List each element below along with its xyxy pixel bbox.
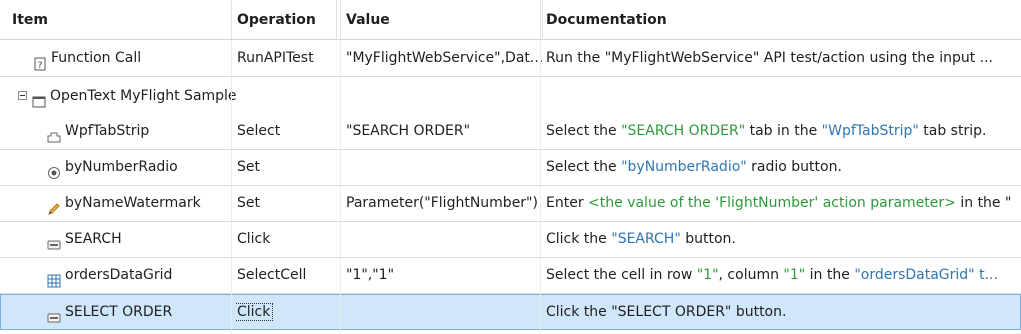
item-label: WpfTabStrip bbox=[65, 123, 150, 139]
button-icon bbox=[47, 231, 61, 250]
documentation-cell: Select the cell in row "1", column "1" i… bbox=[546, 267, 998, 283]
value-cell[interactable]: "SEARCH ORDER" bbox=[346, 114, 544, 149]
table-row[interactable]: WpfTabStrip Select "SEARCH ORDER" Select… bbox=[0, 114, 1021, 150]
operation-cell[interactable]: Set bbox=[237, 186, 341, 221]
item-label: OpenText MyFlight Sample bbox=[50, 88, 237, 104]
table-row[interactable]: byNumberRadio Set Select the "byNumberRa… bbox=[0, 150, 1021, 186]
value-cell[interactable] bbox=[347, 295, 545, 330]
table-row[interactable]: ? Function Call RunAPITest "MyFlightWebS… bbox=[0, 41, 1021, 77]
table-row-selected[interactable]: SELECT ORDER Click Click the "SELECT ORD… bbox=[0, 294, 1021, 330]
data-grid-icon bbox=[47, 267, 61, 288]
table-row[interactable]: SEARCH Click Click the "SEARCH" button. bbox=[0, 222, 1021, 258]
column-header-value[interactable]: Value bbox=[340, 0, 543, 40]
item-label: SEARCH bbox=[65, 231, 122, 247]
table-row[interactable]: ordersDataGrid SelectCell "1","1" Select… bbox=[0, 258, 1021, 294]
documentation-cell: Select the "SEARCH ORDER" tab in the "Wp… bbox=[546, 123, 987, 139]
item-label: byNameWatermark bbox=[65, 195, 201, 211]
help-document-icon: ? bbox=[33, 50, 47, 71]
table-row[interactable]: byNameWatermark Set Parameter("FlightNum… bbox=[0, 186, 1021, 222]
window-icon bbox=[32, 88, 46, 108]
documentation-cell: Click the "SELECT ORDER" button. bbox=[546, 304, 787, 320]
column-header-documentation[interactable]: Documentation bbox=[540, 0, 1021, 40]
value-cell[interactable]: "1","1" bbox=[346, 258, 544, 293]
value-cell[interactable]: "MyFlightWebService",Dat... bbox=[346, 41, 544, 76]
item-label: SELECT ORDER bbox=[65, 304, 173, 320]
operation-cell-focused[interactable]: Click bbox=[235, 303, 274, 321]
table-row[interactable]: OpenText MyFlight Sample bbox=[0, 79, 1021, 115]
radio-button-icon bbox=[47, 159, 61, 179]
value-cell[interactable]: Parameter("FlightNumber") bbox=[346, 186, 544, 221]
grid-header: Item Operation Value Documentation bbox=[0, 0, 1021, 40]
collapse-toggle-icon[interactable] bbox=[18, 90, 27, 100]
item-label: byNumberRadio bbox=[65, 159, 178, 175]
operation-cell[interactable]: RunAPITest bbox=[237, 41, 341, 76]
documentation-cell: Run the "MyFlightWebService" API test/ac… bbox=[546, 50, 994, 66]
operation-cell[interactable]: Click bbox=[237, 222, 341, 257]
button-icon bbox=[47, 304, 61, 323]
item-label: Function Call bbox=[51, 50, 142, 66]
operation-cell[interactable]: Select bbox=[237, 114, 341, 149]
pencil-edit-icon bbox=[47, 195, 61, 215]
tab-strip-icon bbox=[47, 123, 61, 143]
operation-cell[interactable]: SelectCell bbox=[237, 258, 341, 293]
keyword-view-grid: Item Operation Value Documentation ? Fun… bbox=[0, 0, 1021, 334]
value-cell[interactable] bbox=[346, 222, 544, 257]
item-label: ordersDataGrid bbox=[65, 267, 173, 283]
documentation-cell: Select the "byNumberRadio" radio button. bbox=[546, 159, 842, 175]
value-cell[interactable] bbox=[346, 150, 544, 185]
column-header-item[interactable]: Item bbox=[12, 0, 231, 40]
operation-cell[interactable]: Set bbox=[237, 150, 341, 185]
documentation-cell: Enter <the value of the 'FlightNumber' a… bbox=[546, 195, 1012, 211]
documentation-cell: Click the "SEARCH" button. bbox=[546, 231, 736, 247]
svg-text:?: ? bbox=[38, 61, 43, 71]
column-header-operation[interactable]: Operation bbox=[231, 0, 337, 40]
